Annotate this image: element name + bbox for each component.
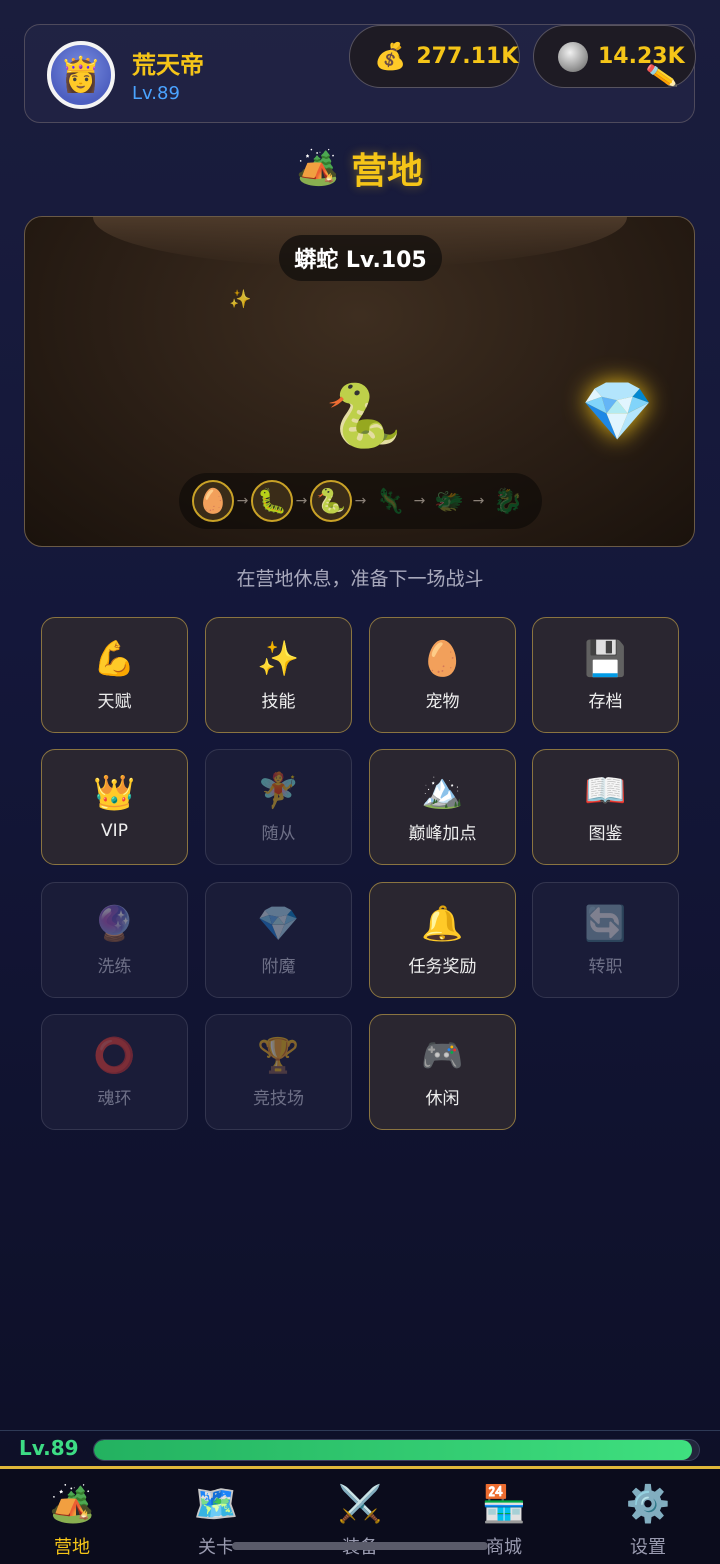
menu-tile-14[interactable]: 🎮 休闲 — [369, 1014, 516, 1130]
menu-tile-icon: 🔄 — [584, 903, 627, 944]
menu-tile-8[interactable]: 🔮 洗练 — [41, 882, 188, 998]
home-indicator[interactable] — [232, 1542, 488, 1550]
menu-tile-label: 休闲 — [425, 1088, 460, 1109]
menu-tile-label: 随从 — [261, 823, 296, 844]
menu-tile-10[interactable]: 🔔 任务奖励 — [369, 882, 516, 998]
evolution-stage-icon[interactable]: 🦎 — [369, 480, 411, 522]
nav-icon: 🏕️ — [49, 1484, 95, 1525]
silver-counter[interactable]: 14.23K ✏️ — [533, 25, 696, 92]
menu-tile-12[interactable]: ⭕ 魂环 — [41, 1014, 188, 1130]
page-title-text: 营地 — [351, 151, 424, 192]
menu-tile-icon: 🥚 — [421, 638, 464, 679]
menu-tile-0[interactable]: 💪 天赋 — [41, 617, 188, 733]
xp-fill — [94, 1440, 692, 1460]
snake-pet-icon[interactable]: 🐍 — [325, 379, 402, 453]
menu-tile-icon: 📖 — [584, 770, 627, 811]
menu-tile-icon: ⭕ — [93, 1035, 136, 1076]
xp-bar: Lv.89 — [0, 1430, 720, 1466]
page-title: 🏕️ 营地 — [0, 142, 720, 194]
evolution-arrow: → — [295, 493, 308, 509]
menu-tile-icon: 🔮 — [93, 903, 136, 944]
nav-item-4[interactable]: ⚙️ 设置 — [576, 1469, 720, 1564]
evolution-arrow: → — [236, 493, 249, 509]
player-name: 荒天帝 — [132, 51, 204, 79]
menu-tile-1[interactable]: ✨ 技能 — [205, 617, 352, 733]
evolution-stage-icon[interactable]: 🐉 — [487, 480, 529, 522]
menu-tile-label: 竞技场 — [253, 1088, 304, 1109]
menu-tile-5[interactable]: 🧚 随从 — [205, 749, 352, 865]
menu-tile-2[interactable]: 🥚 宠物 — [369, 617, 516, 733]
menu-tile-label: VIP — [101, 821, 128, 841]
nav-label: 关卡 — [198, 1537, 234, 1558]
menu-tile-icon: ✨ — [257, 638, 300, 679]
menu-tile-label: 任务奖励 — [408, 956, 477, 977]
money-bag-icon: 💰 — [374, 41, 407, 72]
nav-label: 设置 — [630, 1537, 666, 1558]
evolution-stage-icon[interactable]: 🥚 — [192, 480, 234, 522]
avatar-icon: 👸 — [59, 55, 103, 95]
silver-coin-icon — [558, 41, 588, 72]
evolution-arrow: → — [413, 493, 426, 509]
menu-tile-icon: 🏔️ — [421, 770, 464, 811]
player-level: Lv.89 — [132, 83, 180, 104]
menu-tile-label: 存档 — [588, 691, 623, 712]
diamond-icon[interactable]: 💎 — [581, 377, 653, 446]
evolution-arrow: → — [472, 493, 485, 509]
evolution-stage-icon[interactable]: 🐲 — [428, 480, 470, 522]
gold-counter[interactable]: 💰 277.11K — [349, 25, 520, 88]
menu-tile-label: 转职 — [588, 956, 623, 977]
menu-tile-9[interactable]: 💎 附魔 — [205, 882, 352, 998]
menu-tile-icon: 💎 — [257, 903, 300, 944]
evolution-track: 🥚 → 🐛 → 🐍 → 🦎 → 🐲 → 🐉 — [179, 473, 542, 529]
avatar[interactable]: 👸 — [47, 41, 115, 109]
evolution-arrow: → — [354, 493, 367, 509]
menu-tile-icon: 💪 — [93, 638, 136, 679]
menu-tile-icon: 🎮 — [421, 1035, 464, 1076]
menu-tile-label: 附魔 — [261, 956, 296, 977]
menu-tile-icon: 🔔 — [421, 903, 464, 944]
tent-icon: 🏕️ — [296, 148, 340, 188]
menu-tile-label: 图鉴 — [588, 823, 623, 844]
player-header: 👸 荒天帝 Lv.89 💰 277.11K 14.23K ✏️ — [24, 24, 696, 123]
scene-subtitle: 在营地休息，准备下一场战斗 — [236, 568, 484, 590]
xp-track — [93, 1439, 700, 1461]
menu-tile-7[interactable]: 📖 图鉴 — [532, 749, 679, 865]
pencil-icon[interactable]: ✏️ — [645, 60, 679, 93]
xp-level: Lv.89 — [19, 1436, 79, 1460]
nav-icon: 🗺️ — [193, 1484, 239, 1525]
menu-tile-label: 技能 — [261, 691, 296, 712]
menu-tile-label: 巅峰加点 — [408, 823, 477, 844]
menu-tile-11[interactable]: 🔄 转职 — [532, 882, 679, 998]
menu-tile-6[interactable]: 🏔️ 巅峰加点 — [369, 749, 516, 865]
pet-label: 蟒蛇 Lv.105 — [279, 235, 442, 281]
menu-tile-label: 洗练 — [97, 956, 132, 977]
menu-tile-label: 宠物 — [425, 691, 460, 712]
menu-tile-icon: 🧚 — [257, 770, 300, 811]
sparkle-icon: ✨ — [229, 289, 252, 310]
evolution-stage-icon[interactable]: 🐛 — [251, 480, 293, 522]
nav-item-0[interactable]: 🏕️ 营地 — [0, 1469, 144, 1564]
nav-icon: ⚔️ — [337, 1484, 383, 1525]
menu-tile-4[interactable]: 👑 VIP — [41, 749, 188, 865]
evolution-stage-icon[interactable]: 🐍 — [310, 480, 352, 522]
gold-amount: 277.11K — [416, 44, 519, 69]
menu-tile-label: 天赋 — [97, 691, 132, 712]
menu-tile-icon: 🏆 — [257, 1035, 300, 1076]
nav-label: 营地 — [54, 1537, 90, 1558]
menu-tile-icon: 💾 — [584, 638, 627, 679]
camp-scene: 蟒蛇 Lv.105 ✨ 🐍 💎 🥚 → 🐛 → 🐍 → 🦎 → 🐲 → 🐉 — [24, 216, 695, 547]
menu-tile-3[interactable]: 💾 存档 — [532, 617, 679, 733]
menu-tile-icon: 👑 — [93, 773, 136, 813]
nav-icon: ⚙️ — [625, 1484, 671, 1525]
nav-icon: 🏪 — [481, 1484, 527, 1525]
nav-label: 商城 — [486, 1537, 522, 1558]
menu-tile-label: 魂环 — [97, 1088, 132, 1109]
menu-tile-13[interactable]: 🏆 竞技场 — [205, 1014, 352, 1130]
